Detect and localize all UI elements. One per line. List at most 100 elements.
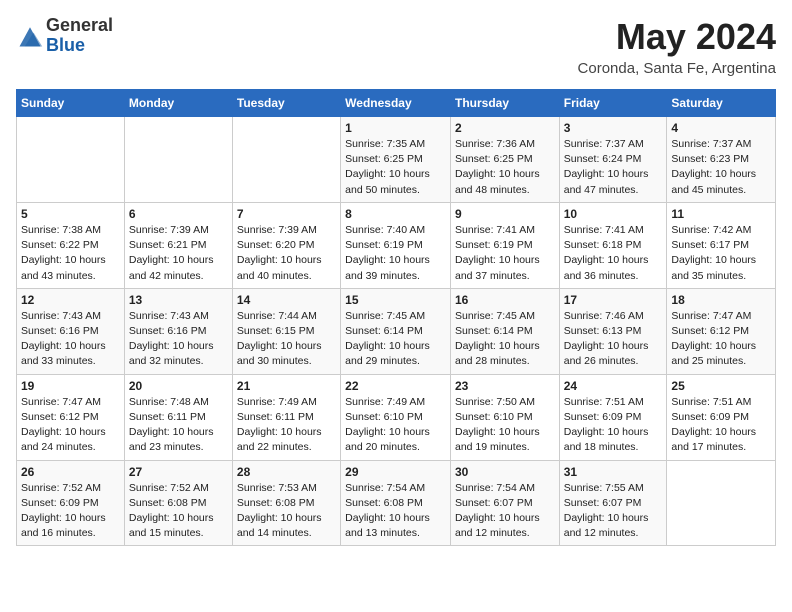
location-subtitle: Coronda, Santa Fe, Argentina	[578, 60, 776, 77]
logo-icon	[16, 22, 44, 50]
day-number: 2	[455, 121, 555, 135]
day-cell: 20 Sunrise: 7:48 AM Sunset: 6:11 PM Dayli…	[124, 374, 232, 460]
day-info: Sunrise: 7:41 AM Sunset: 6:19 PM Dayligh…	[455, 223, 555, 284]
week-row-1: 1 Sunrise: 7:35 AM Sunset: 6:25 PM Daylig…	[17, 117, 776, 203]
day-cell: 9Sunrise: 7:41 AM Sunset: 6:19 PM Daylig…	[450, 202, 559, 288]
day-info: Sunrise: 7:45 AM Sunset: 6:14 PM Dayligh…	[345, 309, 446, 370]
day-cell: 15 Sunrise: 7:45 AM Sunset: 6:14 PM Dayli…	[341, 288, 451, 374]
day-info: Sunrise: 7:44 AM Sunset: 6:15 PM Dayligh…	[237, 309, 336, 370]
day-info: Sunrise: 7:54 AM Sunset: 6:08 PM Dayligh…	[345, 481, 446, 542]
day-info: Sunrise: 7:53 AM Sunset: 6:08 PM Dayligh…	[237, 481, 336, 542]
day-number: 4	[671, 121, 771, 135]
day-info: Sunrise: 7:48 AM Sunset: 6:11 PM Dayligh…	[129, 395, 228, 456]
day-cell: 18 Sunrise: 7:47 AM Sunset: 6:12 PM Dayli…	[667, 288, 776, 374]
week-row-2: 5 Sunrise: 7:38 AM Sunset: 6:22 PM Daylig…	[17, 202, 776, 288]
day-info: Sunrise: 7:49 AM Sunset: 6:11 PM Dayligh…	[237, 395, 336, 456]
day-number: 29	[345, 465, 446, 479]
week-row-3: 12 Sunrise: 7:43 AM Sunset: 6:16 PM Dayli…	[17, 288, 776, 374]
day-number: 11	[671, 207, 771, 221]
day-info: Sunrise: 7:47 AM Sunset: 6:12 PM Dayligh…	[671, 309, 771, 370]
day-info: Sunrise: 7:40 AM Sunset: 6:19 PM Dayligh…	[345, 223, 446, 284]
logo: General Blue	[16, 16, 113, 56]
day-cell: 22 Sunrise: 7:49 AM Sunset: 6:10 PM Dayli…	[341, 374, 451, 460]
day-number: 19	[21, 379, 120, 393]
day-cell: 4 Sunrise: 7:37 AM Sunset: 6:23 PM Daylig…	[667, 117, 776, 203]
logo-blue: Blue	[46, 36, 113, 56]
header-saturday: Saturday	[667, 90, 776, 117]
day-cell	[124, 117, 232, 203]
day-number: 3	[564, 121, 663, 135]
page-header: General Blue May 2024 Coronda, Santa Fe,…	[16, 16, 776, 77]
day-number: 15	[345, 293, 446, 307]
day-number: 20	[129, 379, 228, 393]
day-cell: 21 Sunrise: 7:49 AM Sunset: 6:11 PM Dayli…	[232, 374, 340, 460]
day-number: 10	[564, 207, 663, 221]
day-number: 1	[345, 121, 446, 135]
day-cell	[232, 117, 340, 203]
header-wednesday: Wednesday	[341, 90, 451, 117]
day-number: 16	[455, 293, 555, 307]
day-info: Sunrise: 7:43 AM Sunset: 6:16 PM Dayligh…	[21, 309, 120, 370]
day-number: 22	[345, 379, 446, 393]
logo-text: General Blue	[46, 16, 113, 56]
day-number: 18	[671, 293, 771, 307]
title-block: May 2024 Coronda, Santa Fe, Argentina	[578, 16, 776, 77]
day-number: 13	[129, 293, 228, 307]
day-cell: 3 Sunrise: 7:37 AM Sunset: 6:24 PM Daylig…	[559, 117, 667, 203]
day-info: Sunrise: 7:52 AM Sunset: 6:08 PM Dayligh…	[129, 481, 228, 542]
day-cell: 7 Sunrise: 7:39 AM Sunset: 6:20 PM Daylig…	[232, 202, 340, 288]
day-cell: 2 Sunrise: 7:36 AM Sunset: 6:25 PM Daylig…	[450, 117, 559, 203]
day-number: 12	[21, 293, 120, 307]
day-info: Sunrise: 7:35 AM Sunset: 6:25 PM Dayligh…	[345, 137, 446, 198]
day-cell	[667, 460, 776, 546]
day-cell: 1 Sunrise: 7:35 AM Sunset: 6:25 PM Daylig…	[341, 117, 451, 203]
day-info: Sunrise: 7:51 AM Sunset: 6:09 PM Dayligh…	[671, 395, 771, 456]
day-info: Sunrise: 7:45 AM Sunset: 6:14 PM Dayligh…	[455, 309, 555, 370]
day-number: 21	[237, 379, 336, 393]
header-sunday: Sunday	[17, 90, 125, 117]
header-thursday: Thursday	[450, 90, 559, 117]
day-info: Sunrise: 7:52 AM Sunset: 6:09 PM Dayligh…	[21, 481, 120, 542]
day-cell: 6Sunrise: 7:39 AM Sunset: 6:21 PM Daylig…	[124, 202, 232, 288]
day-number: 27	[129, 465, 228, 479]
day-number: 31	[564, 465, 663, 479]
calendar-table: SundayMondayTuesdayWednesdayThursdayFrid…	[16, 89, 776, 546]
day-info: Sunrise: 7:47 AM Sunset: 6:12 PM Dayligh…	[21, 395, 120, 456]
day-cell: 12 Sunrise: 7:43 AM Sunset: 6:16 PM Dayli…	[17, 288, 125, 374]
day-number: 14	[237, 293, 336, 307]
day-cell: 24Sunrise: 7:51 AM Sunset: 6:09 PM Dayli…	[559, 374, 667, 460]
day-cell: 31Sunrise: 7:55 AM Sunset: 6:07 PM Dayli…	[559, 460, 667, 546]
day-cell: 11 Sunrise: 7:42 AM Sunset: 6:17 PM Dayli…	[667, 202, 776, 288]
day-info: Sunrise: 7:38 AM Sunset: 6:22 PM Dayligh…	[21, 223, 120, 284]
header-row: SundayMondayTuesdayWednesdayThursdayFrid…	[17, 90, 776, 117]
day-info: Sunrise: 7:37 AM Sunset: 6:24 PM Dayligh…	[564, 137, 663, 198]
week-row-5: 26 Sunrise: 7:52 AM Sunset: 6:09 PM Dayli…	[17, 460, 776, 546]
day-info: Sunrise: 7:42 AM Sunset: 6:17 PM Dayligh…	[671, 223, 771, 284]
day-cell: 16 Sunrise: 7:45 AM Sunset: 6:14 PM Dayli…	[450, 288, 559, 374]
day-number: 26	[21, 465, 120, 479]
day-info: Sunrise: 7:39 AM Sunset: 6:20 PM Dayligh…	[237, 223, 336, 284]
day-info: Sunrise: 7:46 AM Sunset: 6:13 PM Dayligh…	[564, 309, 663, 370]
header-tuesday: Tuesday	[232, 90, 340, 117]
day-info: Sunrise: 7:54 AM Sunset: 6:07 PM Dayligh…	[455, 481, 555, 542]
calendar-body: 1 Sunrise: 7:35 AM Sunset: 6:25 PM Daylig…	[17, 117, 776, 546]
day-info: Sunrise: 7:39 AM Sunset: 6:21 PM Dayligh…	[129, 223, 228, 284]
day-cell: 5 Sunrise: 7:38 AM Sunset: 6:22 PM Daylig…	[17, 202, 125, 288]
day-cell: 23Sunrise: 7:50 AM Sunset: 6:10 PM Dayli…	[450, 374, 559, 460]
day-info: Sunrise: 7:43 AM Sunset: 6:16 PM Dayligh…	[129, 309, 228, 370]
day-cell: 14 Sunrise: 7:44 AM Sunset: 6:15 PM Dayli…	[232, 288, 340, 374]
day-number: 8	[345, 207, 446, 221]
day-cell	[17, 117, 125, 203]
day-number: 5	[21, 207, 120, 221]
day-number: 30	[455, 465, 555, 479]
day-cell: 13 Sunrise: 7:43 AM Sunset: 6:16 PM Dayli…	[124, 288, 232, 374]
day-info: Sunrise: 7:50 AM Sunset: 6:10 PM Dayligh…	[455, 395, 555, 456]
day-number: 7	[237, 207, 336, 221]
day-info: Sunrise: 7:36 AM Sunset: 6:25 PM Dayligh…	[455, 137, 555, 198]
day-info: Sunrise: 7:37 AM Sunset: 6:23 PM Dayligh…	[671, 137, 771, 198]
day-info: Sunrise: 7:49 AM Sunset: 6:10 PM Dayligh…	[345, 395, 446, 456]
day-number: 25	[671, 379, 771, 393]
day-cell: 29 Sunrise: 7:54 AM Sunset: 6:08 PM Dayli…	[341, 460, 451, 546]
logo-general: General	[46, 16, 113, 36]
day-cell: 25 Sunrise: 7:51 AM Sunset: 6:09 PM Dayli…	[667, 374, 776, 460]
